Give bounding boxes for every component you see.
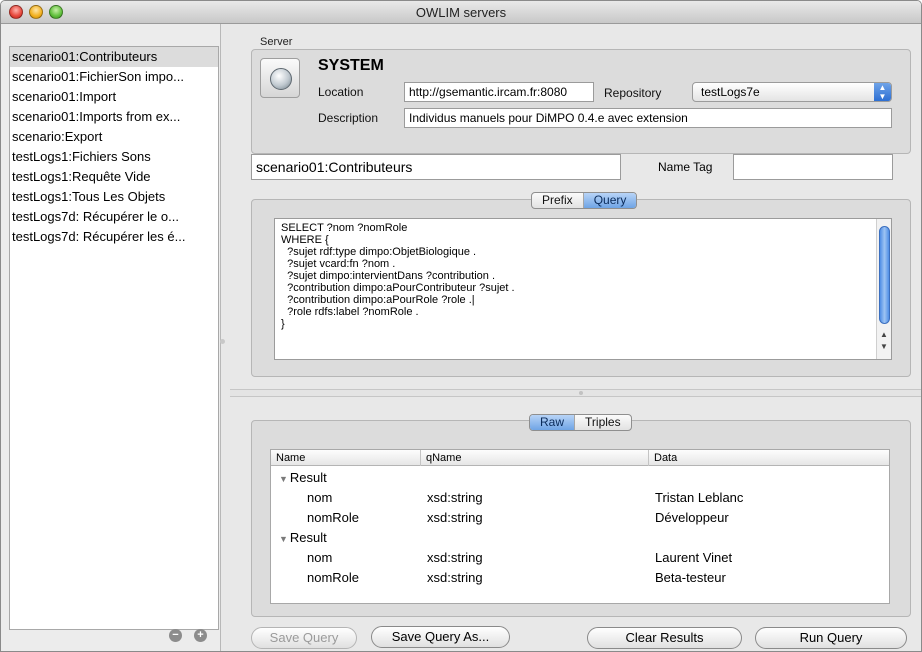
result-name-cell: nomRole	[307, 508, 359, 528]
result-name-cell: nom	[307, 548, 332, 568]
result-name-text: nom	[307, 490, 333, 505]
column-header-qname[interactable]: qName	[421, 450, 649, 466]
name-tag-field[interactable]	[733, 154, 893, 180]
query-list-item[interactable]: testLogs1:Fichiers Sons	[10, 147, 218, 167]
column-header-data[interactable]: Data	[649, 450, 889, 466]
clear-results-button[interactable]: Clear Results	[587, 627, 742, 649]
description-label: Description	[318, 111, 379, 125]
server-section-label: Server	[260, 36, 293, 48]
result-name-cell: nomRole	[307, 568, 359, 588]
add-query-button[interactable]: +	[194, 629, 207, 642]
disclosure-triangle-icon[interactable]: ▼	[279, 534, 288, 544]
run-query-button[interactable]: Run Query	[755, 627, 907, 649]
save-query-button[interactable]: Save Query	[251, 627, 357, 649]
scroll-down-arrow-icon[interactable]: ▼	[877, 341, 891, 353]
updown-arrows-icon: ▲ ▼	[874, 83, 891, 101]
result-name-cell: ▼ Result	[279, 528, 327, 549]
result-row[interactable]: nomRole xsd:string Développeur	[271, 508, 889, 528]
results-table[interactable]: Name qName Data ▼ Result nom xsd:string Tris…	[270, 449, 890, 604]
query-list-item[interactable]: scenario01:Imports from ex...	[10, 107, 218, 127]
result-qname-cell: xsd:string	[427, 550, 483, 565]
server-globe-button[interactable]	[260, 58, 300, 98]
query-list-item[interactable]: testLogs1:Requête Vide	[10, 167, 218, 187]
result-data-cell: Développeur	[655, 510, 729, 525]
query-list-item[interactable]: testLogs7d: Récupérer le o...	[10, 207, 218, 227]
window-title: OWLIM servers	[415, 5, 507, 20]
result-data-cell: Beta-testeur	[655, 570, 726, 585]
name-tag-label: Name Tag	[658, 160, 713, 174]
scroll-up-arrow-icon[interactable]: ▲	[877, 329, 891, 341]
main-content: Server SYSTEM Location http://gsemantic.…	[230, 24, 921, 651]
sidebar: scenario01:Contributeurs scenario01:Fichi…	[1, 24, 221, 651]
repository-select[interactable]: testLogs7e ▲ ▼	[692, 82, 892, 102]
server-box: SYSTEM Location http://gsemantic.ircam.f…	[251, 49, 911, 154]
query-panel: Prefix Query SELECT ?nom ?nomRole WHERE …	[251, 192, 911, 377]
repository-label: Repository	[604, 86, 662, 100]
query-editor[interactable]: SELECT ?nom ?nomRole WHERE { ?sujet rdf:…	[274, 218, 892, 360]
results-panel: Raw Triples Name qName Data ▼ Result nom xs…	[251, 414, 911, 617]
query-list[interactable]: scenario01:Contributeurs scenario01:Fichi…	[9, 46, 219, 630]
result-data-cell: Tristan Leblanc	[655, 490, 744, 505]
globe-icon	[270, 68, 292, 90]
remove-query-button[interactable]: −	[169, 629, 182, 642]
disclosure-triangle-icon[interactable]: ▼	[279, 474, 288, 484]
result-name-cell: nom	[307, 488, 332, 508]
query-list-item[interactable]: testLogs7d: Récupérer les é...	[10, 227, 218, 247]
query-list-item[interactable]: scenario01:Import	[10, 87, 218, 107]
result-qname-cell: xsd:string	[427, 490, 483, 505]
splitter-handle-icon	[579, 391, 583, 395]
result-name-text: nomRole	[307, 510, 360, 525]
query-list-item[interactable]: testLogs1:Tous Les Objets	[10, 187, 218, 207]
scrollbar-thumb[interactable]	[879, 226, 890, 324]
query-scrollbar[interactable]: ▲ ▼	[876, 219, 891, 359]
result-group-row[interactable]: ▼ Result	[271, 468, 889, 488]
result-row[interactable]: nom xsd:string Laurent Vinet	[271, 548, 889, 568]
location-field[interactable]: http://gsemantic.ircam.fr:8080	[404, 82, 594, 102]
result-qname-cell: xsd:string	[427, 570, 483, 585]
result-qname-cell: xsd:string	[427, 510, 483, 525]
query-list-item[interactable]: scenario01:FichierSon impo...	[10, 67, 218, 87]
results-table-header: Name qName Data	[271, 450, 889, 466]
results-tabs: Raw Triples	[529, 414, 632, 431]
title-bar: OWLIM servers	[1, 1, 921, 24]
owlim-servers-window: OWLIM servers scenario01:Contributeurs sc…	[0, 0, 922, 652]
vertical-splitter-handle[interactable]	[220, 339, 225, 344]
result-name-cell: ▼ Result	[279, 468, 327, 489]
query-name-field[interactable]: scenario01:Contributeurs	[251, 154, 621, 180]
result-name-text: Result	[289, 530, 327, 545]
tab-prefix[interactable]: Prefix	[532, 193, 584, 208]
result-name-text: Result	[289, 470, 327, 485]
tab-raw[interactable]: Raw	[530, 415, 576, 430]
result-row[interactable]: nomRole xsd:string Beta-testeur	[271, 568, 889, 588]
tab-query[interactable]: Query	[583, 193, 637, 208]
result-row[interactable]: nom xsd:string Tristan Leblanc	[271, 488, 889, 508]
query-list-item[interactable]: scenario:Export	[10, 127, 218, 147]
result-name-text: nomRole	[307, 570, 360, 585]
editor-tabs: Prefix Query	[531, 192, 638, 209]
column-header-name[interactable]: Name	[271, 450, 421, 466]
save-query-as-button[interactable]: Save Query As...	[371, 626, 510, 648]
horizontal-splitter[interactable]	[230, 389, 921, 397]
server-name: SYSTEM	[318, 57, 384, 74]
location-label: Location	[318, 85, 364, 99]
result-name-text: nom	[307, 550, 333, 565]
description-field[interactable]: Individus manuels pour DiMPO 0.4.e avec …	[404, 108, 892, 128]
result-data-cell: Laurent Vinet	[655, 550, 733, 565]
tab-triples[interactable]: Triples	[575, 415, 631, 430]
result-group-row[interactable]: ▼ Result	[271, 528, 889, 548]
query-list-item[interactable]: scenario01:Contributeurs	[10, 47, 218, 67]
query-text[interactable]: SELECT ?nom ?nomRole WHERE { ?sujet rdf:…	[281, 222, 515, 330]
repository-value: testLogs7e	[701, 85, 760, 99]
